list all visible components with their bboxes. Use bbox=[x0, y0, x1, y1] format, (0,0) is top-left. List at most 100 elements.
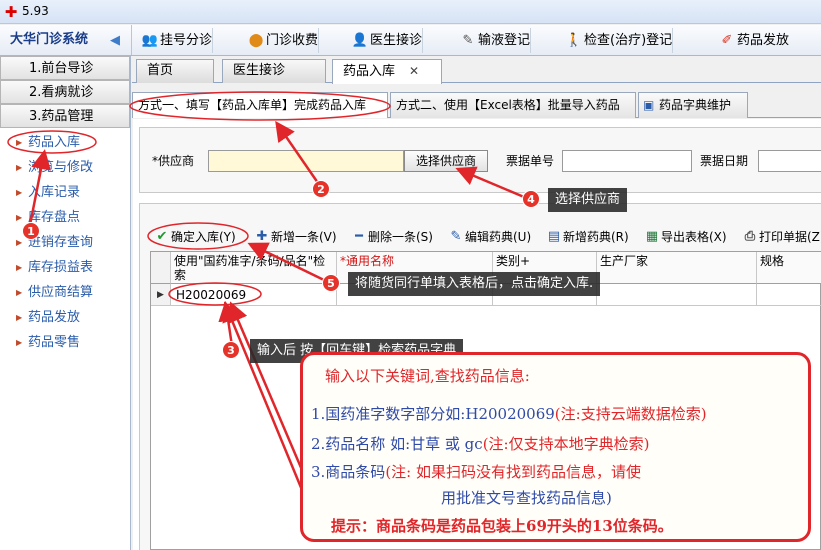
printer-icon: ⎙ bbox=[744, 229, 756, 244]
button-label: 编辑药典(U) bbox=[465, 230, 532, 244]
walking-person-icon: 🚶 bbox=[565, 33, 583, 48]
tab-doctor[interactable]: 医生接诊 bbox=[222, 59, 326, 83]
module-label: 输液登记 bbox=[478, 33, 531, 48]
module-billing-button[interactable]: ⬤ 门诊收费 bbox=[244, 28, 320, 53]
column-header-manufacturer[interactable]: 生产厂家 bbox=[597, 252, 757, 284]
triangle-right-icon: ▶ bbox=[16, 263, 23, 272]
tab-label: 药品入库 bbox=[343, 64, 396, 79]
invoice-no-label: 票据单号 bbox=[506, 154, 555, 168]
module-registration-button[interactable]: 👥 挂号分诊 bbox=[138, 28, 214, 53]
tab-excel-import[interactable]: 方式二、使用【Excel表格】批量导入药品 bbox=[390, 92, 636, 118]
triangle-right-icon: ▶ bbox=[16, 188, 23, 197]
collapse-sidebar-icon[interactable]: ◀ bbox=[110, 33, 120, 48]
sidebar-group-pharmacy[interactable]: 3.药品管理 bbox=[0, 104, 130, 128]
tab-manual-entry[interactable]: 方式一、填写【药品入库单】完成药品入库 bbox=[132, 92, 388, 118]
button-label: 新增药典(R) bbox=[563, 230, 629, 244]
module-doctor-button[interactable]: 👤 医生接诊 bbox=[348, 28, 424, 53]
excel-icon: ▦ bbox=[645, 229, 659, 244]
sidebar: 1.前台导诊 2.看病就诊 3.药品管理 ▶ 药品入库 ▶ 浏览与修改 ▶ 入库记录 … bbox=[0, 56, 131, 550]
tab-label: 医生接诊 bbox=[233, 63, 286, 78]
help-line-3-text: 3.商品条码 bbox=[311, 463, 386, 481]
tab-label: 方式二、使用【Excel表格】批量导入药品 bbox=[396, 98, 620, 112]
export-table-button[interactable]: ▦ 导出表格(X) bbox=[642, 226, 727, 248]
invoice-no-input[interactable] bbox=[562, 150, 692, 172]
delete-row-button[interactable]: ━ 删除一条(S) bbox=[349, 226, 433, 248]
sidebar-item-label: 浏览与修改 bbox=[28, 160, 94, 175]
medicine-icon: ✐ bbox=[721, 33, 733, 48]
column-header-search[interactable]: 使用"国药准字/条码/品名"检索 bbox=[171, 252, 337, 284]
callout-step-5: 将随货同行单填入表格后，点击确定入库. bbox=[348, 272, 601, 296]
module-examination-button[interactable]: 🚶 检查(治疗)登记 bbox=[562, 28, 674, 53]
supplier-input[interactable] bbox=[208, 150, 404, 172]
table-cell-spec[interactable] bbox=[757, 284, 821, 306]
sidebar-item-profit-loss[interactable]: ▶ 库存损益表 bbox=[14, 257, 93, 279]
close-icon[interactable]: ✕ bbox=[409, 64, 419, 78]
button-label: 删除一条(S) bbox=[368, 230, 433, 244]
book-icon: ▣ bbox=[643, 98, 655, 112]
table-cell-manufacturer[interactable] bbox=[597, 284, 757, 306]
button-label: 新增一条(V) bbox=[271, 230, 337, 244]
help-line-3: 3.商品条码(注: 如果扫码没有找到药品信息，请使 bbox=[311, 461, 641, 482]
callout-step-4: 选择供应商 bbox=[548, 188, 628, 212]
sidebar-item-supplier-settlement[interactable]: ▶ 供应商结算 bbox=[14, 282, 93, 304]
row-header-corner bbox=[151, 252, 171, 284]
syringe-icon: ✎ bbox=[462, 33, 474, 48]
sidebar-item-browse-edit[interactable]: ▶ 浏览与修改 bbox=[14, 157, 93, 179]
check-icon: ✔ bbox=[156, 229, 168, 244]
add-dictionary-button[interactable]: ▤ 新增药典(R) bbox=[544, 226, 629, 248]
button-label: 导出表格(X) bbox=[661, 230, 727, 244]
module-infusion-button[interactable]: ✎ 输液登记 bbox=[456, 28, 532, 53]
triangle-right-icon: ▶ bbox=[16, 238, 23, 247]
tab-label: 首页 bbox=[147, 63, 174, 78]
select-supplier-button[interactable]: 选择供应商 bbox=[404, 150, 488, 172]
sub-tab-bar: 方式一、填写【药品入库单】完成药品入库 方式二、使用【Excel表格】批量导入药… bbox=[132, 90, 821, 118]
module-bar: 大华门诊系统 ◀ 👥 挂号分诊 ⬤ 门诊收费 👤 医生接诊 ✎ 输液登记 🚶 检… bbox=[0, 25, 821, 56]
triangle-right-icon: ▶ bbox=[16, 288, 23, 297]
sidebar-item-label: 药品入库 bbox=[28, 135, 81, 150]
toolbar: ✔ 确定入库(Y) ✚ 新增一条(V) ━ 删除一条(S) ✎ 编辑药典(U) ▤ 新增药… bbox=[146, 226, 821, 248]
print-receipt-button[interactable]: ⎙ 打印单据(Z) bbox=[740, 226, 821, 248]
confirm-stock-in-button[interactable]: ✔ 确定入库(Y) bbox=[152, 226, 236, 248]
table-cell-code[interactable]: H20020069 bbox=[171, 284, 337, 306]
module-dispense-button[interactable]: ✐ 药品发放 bbox=[715, 28, 789, 53]
sidebar-item-label: 进销存查询 bbox=[28, 235, 94, 250]
supplier-label: *供应商 bbox=[152, 154, 195, 168]
window-title: 5.93 bbox=[22, 4, 49, 18]
help-line-1-note: (注:支持云端数据检索) bbox=[554, 405, 707, 423]
add-row-button[interactable]: ✚ 新增一条(V) bbox=[252, 226, 337, 248]
triangle-right-icon: ▶ bbox=[16, 313, 23, 322]
step-badge-5: 5 bbox=[322, 274, 340, 292]
help-line-4: 用批准文号查找药品信息) bbox=[441, 489, 612, 507]
step-badge-2: 2 bbox=[312, 180, 330, 198]
tab-drug-dictionary[interactable]: ▣ 药品字典维护 bbox=[638, 92, 748, 118]
tab-drug-stock-in[interactable]: 药品入库 ✕ bbox=[332, 59, 442, 84]
sidebar-item-drug-stock-in[interactable]: ▶ 药品入库 bbox=[14, 132, 80, 154]
sidebar-item-drug-retail[interactable]: ▶ 药品零售 bbox=[14, 332, 80, 354]
triangle-right-icon: ▶ bbox=[16, 213, 23, 222]
triangle-right-icon: ▶ bbox=[16, 163, 23, 172]
sidebar-item-label: 库存损益表 bbox=[28, 260, 94, 275]
help-line-1-text: 1.国药准字数字部分如:H20020069 bbox=[311, 405, 555, 423]
invoice-date-label: 票据日期 bbox=[700, 154, 749, 168]
triangle-right-icon: ▶ bbox=[16, 338, 23, 347]
help-line-2-note: (注:仅支持本地字典检索) bbox=[482, 435, 650, 453]
sidebar-item-stock-in-records[interactable]: ▶ 入库记录 bbox=[14, 182, 80, 204]
plus-icon: ✚ bbox=[256, 229, 268, 244]
tab-home[interactable]: 首页 bbox=[136, 59, 214, 83]
invoice-date-input[interactable] bbox=[758, 150, 821, 172]
sidebar-group-consultation[interactable]: 2.看病就诊 bbox=[0, 80, 130, 104]
sidebar-item-drug-dispense[interactable]: ▶ 药品发放 bbox=[14, 307, 80, 329]
column-header-spec[interactable]: 规格 bbox=[757, 252, 821, 284]
edit-dictionary-button[interactable]: ✎ 编辑药典(U) bbox=[446, 226, 532, 248]
module-label: 医生接诊 bbox=[370, 33, 423, 48]
help-line-2-text: 2.药品名称 如:甘草 或 gc bbox=[311, 435, 483, 453]
main-tab-bar: 首页 医生接诊 药品入库 ✕ bbox=[132, 56, 821, 84]
sidebar-group-front-desk[interactable]: 1.前台导诊 bbox=[0, 56, 130, 80]
module-label: 药品发放 bbox=[737, 33, 790, 48]
button-label: 确定入库(Y) bbox=[171, 230, 236, 244]
button-label: 打印单据(Z) bbox=[759, 230, 821, 244]
coin-icon: ⬤ bbox=[248, 33, 264, 48]
minus-icon: ━ bbox=[355, 229, 363, 244]
title-bar: ✚ 5.93 bbox=[0, 0, 821, 24]
sidebar-item-label: 药品发放 bbox=[28, 310, 81, 325]
